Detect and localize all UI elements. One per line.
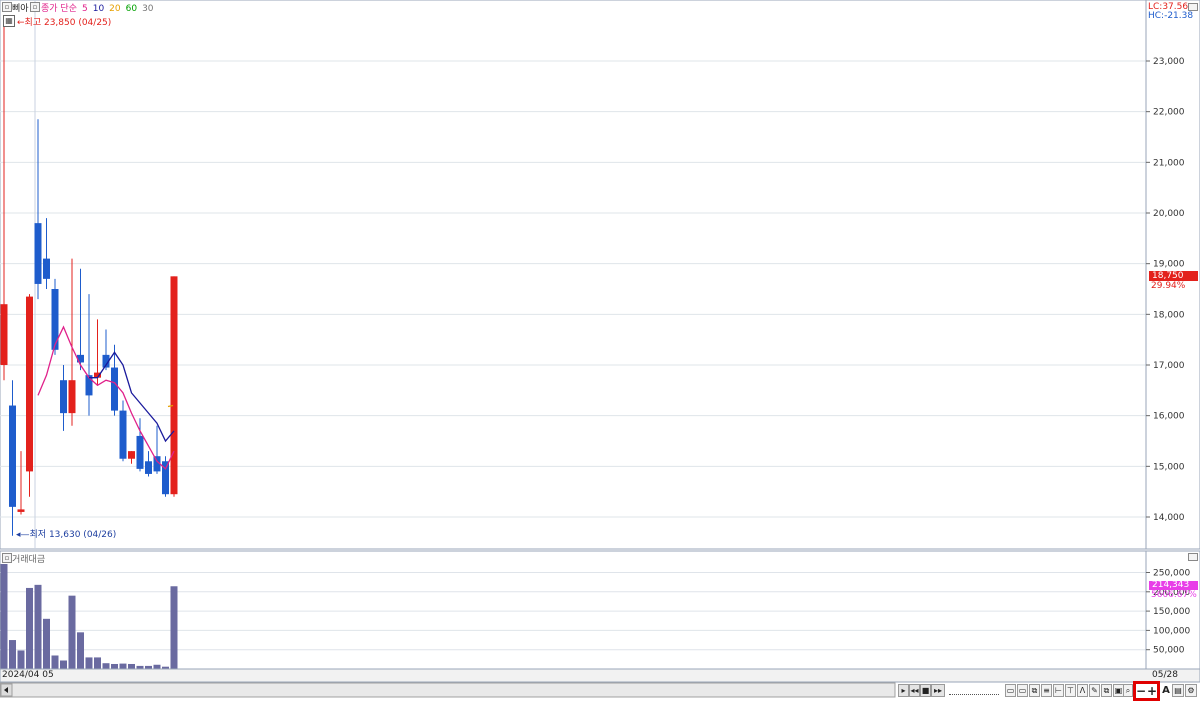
volume-change-percent: 5606.67% bbox=[1151, 590, 1197, 600]
candle-body bbox=[60, 380, 67, 414]
volume-tick-label: 100,000 bbox=[1153, 626, 1190, 636]
candle-body bbox=[0, 304, 8, 365]
candle-body bbox=[17, 509, 25, 512]
price-panel-resize-icon[interactable] bbox=[1188, 3, 1198, 11]
low-arrow-icon: ◂— bbox=[16, 530, 30, 540]
ma-period-30[interactable]: 30 bbox=[142, 4, 153, 14]
stock-chart: 14,000 15,000 16,000 17,000 18,000 19,000 20,0… bbox=[0, 0, 1200, 698]
candle-body bbox=[170, 276, 178, 495]
candle-body bbox=[145, 461, 152, 474]
price-tick-label: 23,000 bbox=[1153, 57, 1185, 67]
font-size-button[interactable]: A bbox=[1161, 684, 1171, 698]
volume-bar bbox=[9, 640, 16, 669]
volume-bar bbox=[102, 663, 110, 669]
current-volume-tag: 214,343 bbox=[1149, 581, 1198, 590]
high-price-label: ←최고 23,850 (04/25) bbox=[17, 18, 112, 28]
price-tick-label: 14,000 bbox=[1153, 513, 1185, 523]
line-tool-icon[interactable]: ⊢ bbox=[1053, 684, 1064, 697]
volume-bar bbox=[119, 663, 127, 669]
price-tick-label: 18,000 bbox=[1153, 310, 1185, 320]
volume-panel-resize-icon[interactable] bbox=[1188, 553, 1198, 561]
ma-period-5[interactable]: 5 bbox=[82, 4, 88, 14]
stop-icon: ■ bbox=[921, 686, 930, 695]
candle-body bbox=[26, 296, 33, 472]
candle-body bbox=[9, 405, 16, 507]
volume-bar bbox=[26, 587, 33, 669]
volume-bar bbox=[85, 657, 93, 669]
text-tool-icon[interactable]: ⊤ bbox=[1065, 684, 1076, 697]
time-axis-start-label: 2024/04 05 bbox=[2, 670, 54, 680]
volume-bar bbox=[0, 564, 8, 669]
candle-body bbox=[68, 380, 76, 414]
list-icon[interactable]: ≡ bbox=[1041, 684, 1052, 697]
volume-bar bbox=[17, 650, 25, 669]
zoom-out-button[interactable]: − bbox=[1136, 684, 1146, 698]
price-tick-label: 20,000 bbox=[1153, 209, 1185, 219]
compare-icon[interactable]: ⧉ bbox=[1101, 684, 1112, 697]
price-tick-label: 16,000 bbox=[1153, 412, 1185, 422]
price-change-percent: 29.94% bbox=[1151, 281, 1186, 291]
volume-bar bbox=[153, 664, 161, 669]
volume-bar bbox=[43, 618, 50, 669]
volume-tick-label: 50,000 bbox=[1153, 646, 1185, 656]
stock-name-label: 삐아 bbox=[12, 4, 29, 14]
high-arrow-icon: ← bbox=[17, 18, 25, 28]
draw-icon[interactable]: ✎ bbox=[1089, 684, 1100, 697]
volume-bar bbox=[94, 657, 101, 669]
price-tick-label: 17,000 bbox=[1153, 361, 1185, 371]
grid-table-icon[interactable]: ▦ bbox=[3, 15, 15, 27]
volume-tick-label: 150,000 bbox=[1153, 607, 1190, 617]
layout-icon[interactable]: ▭ bbox=[1005, 684, 1016, 697]
volume-bar bbox=[77, 632, 84, 669]
volume-tick-label: 250,000 bbox=[1153, 569, 1190, 579]
play-forward-button[interactable]: ▸ bbox=[898, 684, 909, 697]
fast-forward-icon: ▸▸ bbox=[933, 686, 943, 695]
volume-bar bbox=[128, 663, 135, 669]
window-icon[interactable]: ▭ bbox=[1017, 684, 1028, 697]
fast-forward-button[interactable]: ▸▸ bbox=[931, 684, 945, 697]
price-tick-label: 21,000 bbox=[1153, 158, 1185, 168]
hc-readout: HC:-21.38 bbox=[1148, 11, 1194, 21]
panel-collapse-icon[interactable]: ▫ bbox=[2, 2, 12, 12]
candle-body bbox=[119, 410, 127, 459]
rewind-button[interactable]: ◂◂ bbox=[909, 684, 920, 697]
ma-legend: 종가 단순 5 10 20 60 30 bbox=[41, 1, 159, 14]
stop-button[interactable]: ■ bbox=[920, 684, 931, 697]
ma-period-10[interactable]: 10 bbox=[93, 4, 104, 14]
zoom-in-button[interactable]: + bbox=[1147, 684, 1157, 698]
price-tick-label: 19,000 bbox=[1153, 260, 1185, 270]
ma-period-60[interactable]: 60 bbox=[126, 4, 137, 14]
panel-menu-icon[interactable]: ▫ bbox=[30, 2, 40, 12]
price-tick-label: 22,000 bbox=[1153, 108, 1185, 118]
volume-panel-icon[interactable]: ▫ bbox=[2, 553, 12, 563]
rewind-icon: ◂◂ bbox=[910, 686, 919, 695]
gear-icon[interactable]: ⚙ bbox=[1185, 684, 1197, 697]
price-tick-label: 15,000 bbox=[1153, 462, 1185, 472]
ma-prefix: 종가 단순 bbox=[41, 4, 77, 14]
play-icon: ▸ bbox=[901, 686, 906, 695]
speed-slider[interactable] bbox=[949, 686, 999, 695]
volume-bar bbox=[51, 655, 59, 669]
time-axis-end-label: 05/28 bbox=[1152, 670, 1178, 680]
ma-period-20[interactable]: 20 bbox=[109, 4, 120, 14]
volume-bar bbox=[68, 595, 76, 669]
indicator-icon[interactable]: Ʌ bbox=[1077, 684, 1088, 697]
volume-bar bbox=[170, 586, 178, 669]
display-settings-icon[interactable]: ▤ bbox=[1172, 684, 1184, 697]
low-price-label: ◂—최저 13,630 (04/26) bbox=[16, 530, 117, 540]
current-price-tag: 18,750 bbox=[1149, 271, 1198, 281]
candle-body bbox=[128, 451, 135, 459]
volume-bar bbox=[111, 663, 118, 669]
volume-bar bbox=[34, 584, 42, 669]
magnifier-icon[interactable]: ⌕ bbox=[1123, 684, 1133, 697]
candle-body bbox=[43, 258, 50, 279]
horizontal-scrollbar[interactable] bbox=[0, 682, 896, 698]
candle-body bbox=[111, 367, 118, 411]
volume-bar bbox=[60, 660, 67, 669]
copy-icon[interactable]: ⧉ bbox=[1029, 684, 1040, 697]
candle-body bbox=[136, 435, 144, 469]
candle-body bbox=[34, 223, 42, 284]
time-axis bbox=[0, 668, 1200, 683]
volume-panel-title: 거래대금 bbox=[12, 555, 46, 565]
